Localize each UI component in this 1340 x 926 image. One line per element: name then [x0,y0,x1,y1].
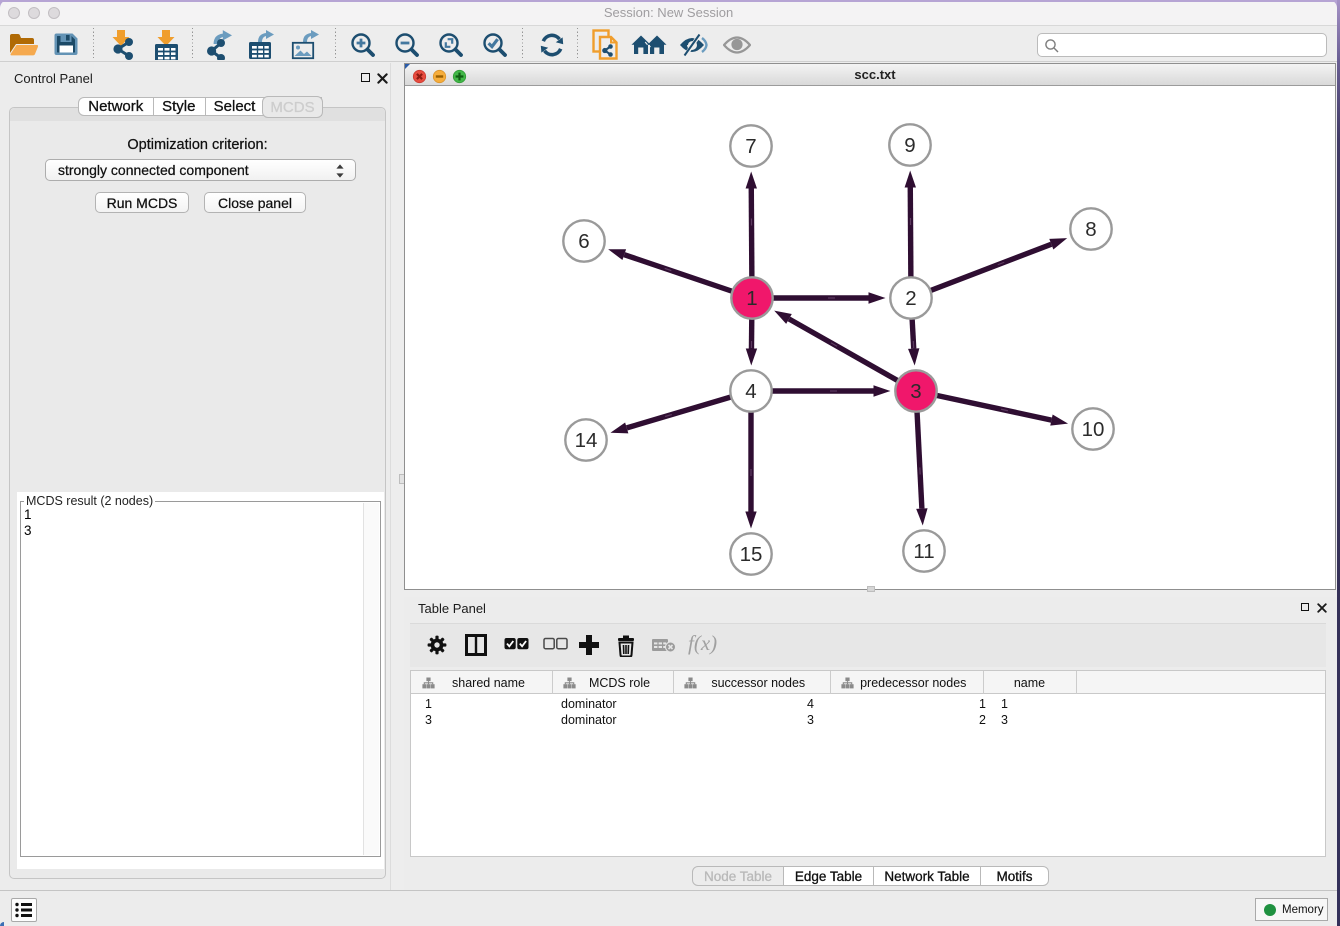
svg-text:15: 15 [740,543,763,566]
svg-text:9: 9 [904,134,915,157]
svg-text:11: 11 [913,540,934,563]
svg-text:8: 8 [1085,218,1096,241]
svg-text:6: 6 [578,230,589,253]
svg-text:4: 4 [745,380,756,403]
svg-text:1: 1 [746,287,757,310]
svg-text:3: 3 [910,380,921,403]
svg-text:7: 7 [745,135,756,158]
svg-text:2: 2 [905,287,916,310]
svg-text:10: 10 [1082,418,1105,441]
svg-text:14: 14 [575,429,598,452]
